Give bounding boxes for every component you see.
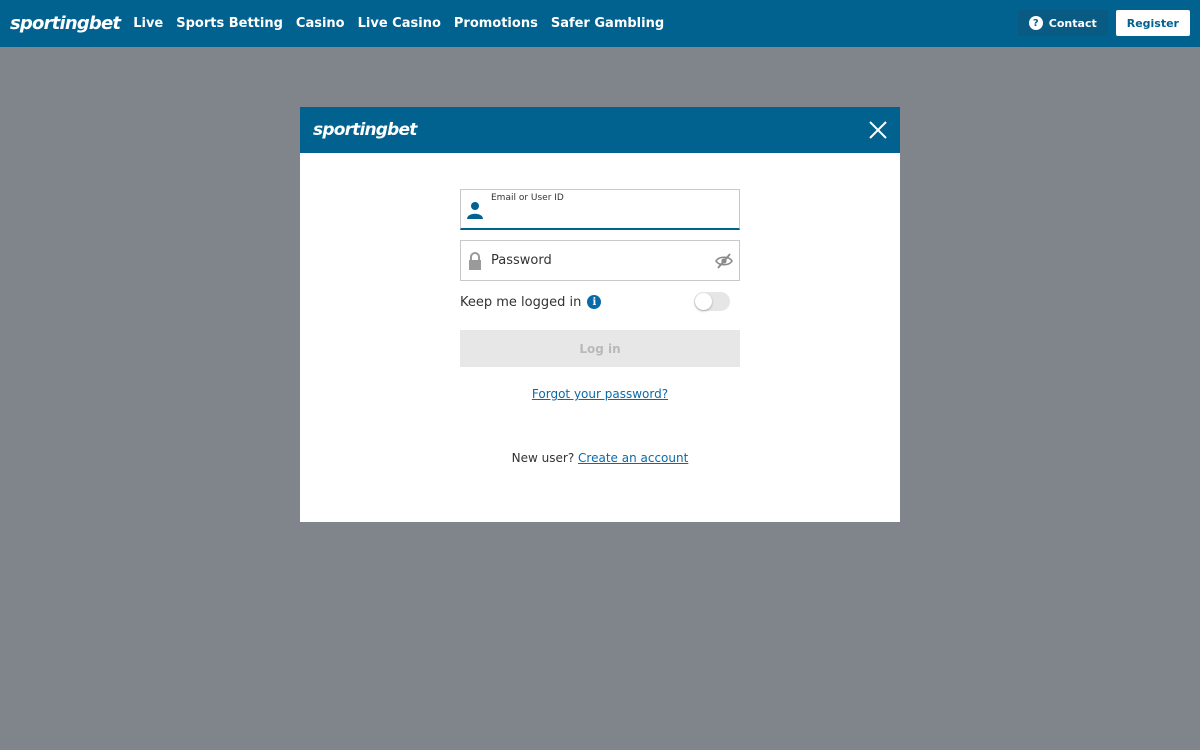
top-navigation-bar: sportingbet Live Sports Betting Casino L… [0,0,1200,47]
keep-logged-in-row: Keep me logged in i [460,291,740,313]
new-user-label: New user? [511,451,575,465]
lock-icon [469,252,481,270]
create-account-link[interactable]: Create an account [578,451,688,465]
sportingbet-logo[interactable]: sportingbet [10,13,121,34]
eye-slash-icon[interactable] [715,253,733,269]
nav-item-promotions[interactable]: Promotions [454,16,538,31]
contact-label: Contact [1048,16,1097,30]
user-icon [467,202,483,219]
forgot-password-link[interactable]: Forgot your password? [300,387,900,401]
nav-item-safer-gambling[interactable]: Safer Gambling [551,16,664,31]
register-button[interactable]: Register [1115,10,1190,36]
modal-sportingbet-logo: sportingbet [313,120,417,140]
help-icon: ? [1028,16,1043,30]
login-button[interactable]: Log in [460,330,740,367]
nav-item-casino[interactable]: Casino [296,16,345,31]
nav-item-live[interactable]: Live [133,16,163,31]
login-modal: sportingbet Email or User ID Password Ke… [300,107,900,522]
nav-item-sports-betting[interactable]: Sports Betting [176,16,283,31]
main-nav: Live Sports Betting Casino Live Casino P… [126,16,670,31]
new-user-row: New user? Create an account [300,451,900,465]
keep-logged-in-label: Keep me logged in [460,294,582,310]
email-field-label: Email or User ID [491,193,564,203]
password-field[interactable]: Password [460,240,740,281]
email-input[interactable] [491,207,731,225]
contact-button[interactable]: ? Contact [1017,10,1108,36]
email-field[interactable]: Email or User ID [460,189,740,230]
header-actions: ? Contact Register [1017,10,1190,36]
toggle-knob [695,293,712,310]
close-icon[interactable] [868,120,888,140]
password-placeholder: Password [491,253,552,268]
nav-item-live-casino[interactable]: Live Casino [358,16,441,31]
keep-logged-in-toggle[interactable] [694,292,730,311]
modal-header: sportingbet [300,107,900,153]
info-icon[interactable]: i [587,295,602,309]
